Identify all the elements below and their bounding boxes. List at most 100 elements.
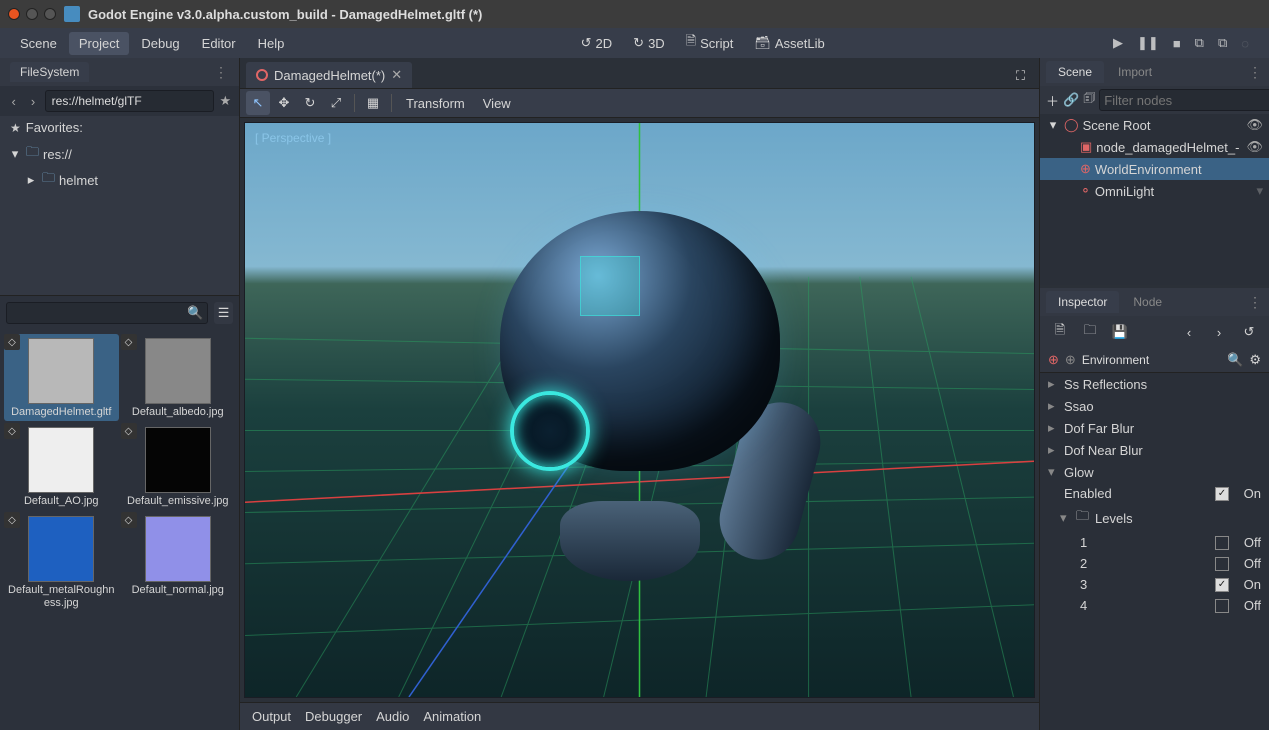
tree-root[interactable]: ▾🗀res:// [8,141,231,167]
file-thumb[interactable]: ◇ Default_albedo.jpg [121,334,236,421]
save-resource-button[interactable]: 💾 [1108,320,1132,344]
panel-menu-icon[interactable]: ⋮ [1248,294,1263,311]
section-label: Glow [1064,465,1261,480]
filter-nodes-input[interactable] [1104,93,1269,108]
visibility-icon[interactable]: 👁 [1246,139,1263,155]
new-resource-button[interactable]: 🗎 [1048,320,1072,344]
checkbox[interactable]: ✓ [1215,578,1229,592]
play-custom-button[interactable]: ⧉ [1216,33,1229,53]
checkbox[interactable] [1215,599,1229,613]
mode-3d[interactable]: ↻3D [623,31,675,55]
distraction-free-button[interactable]: ⛶ [1012,64,1029,88]
tab-inspector[interactable]: Inspector [1046,291,1119,313]
play-button[interactable]: ▶ [1111,33,1125,53]
history-back-button[interactable]: ‹ [1177,320,1201,344]
menu-scene[interactable]: Scene [10,32,67,55]
search-icon[interactable]: 🔍 [187,305,203,321]
menu-project[interactable]: Project [69,32,129,55]
script-icon: 🗎 [686,32,696,54]
view-menu[interactable]: View [475,92,519,115]
window-maximize-button[interactable] [44,8,56,20]
load-resource-button[interactable]: 🗀 [1078,320,1102,344]
window-close-button[interactable] [8,8,20,20]
caret-icon: ▸ [1048,376,1058,392]
path-input[interactable] [45,90,214,112]
history-button[interactable]: ↺ [1237,320,1261,344]
visibility-icon[interactable]: 👁 [1246,117,1263,133]
view-mode-button[interactable]: ☰ [214,302,233,324]
file-thumb[interactable]: ◇ Default_metalRoughness.jpg [4,512,119,612]
menu-debug[interactable]: Debug [131,32,189,55]
section-label: Ss Reflections [1064,377,1261,392]
snap-tool[interactable]: ▦ [361,91,385,115]
inspector-crumb[interactable]: Environment [1082,353,1149,367]
inspector-properties: ▸ Ss Reflections ▸Ssao▸Dof Far Blur▸Dof Ne… [1040,373,1269,730]
transform-menu[interactable]: Transform [398,92,473,115]
file-thumb[interactable]: ◇ Default_normal.jpg [121,512,236,612]
file-thumb[interactable]: ◇ Default_AO.jpg [4,423,119,510]
property-row[interactable]: 4 Off [1040,595,1269,616]
tab-audio[interactable]: Audio [376,709,409,724]
file-thumb[interactable]: ◇ Default_emissive.jpg [121,423,236,510]
checkbox[interactable] [1215,536,1229,550]
scene-node[interactable]: ⚬ OmniLight ▾ [1040,180,1269,202]
instance-button[interactable]: 🔗 [1063,88,1079,112]
tab-debugger[interactable]: Debugger [305,709,362,724]
scene-node[interactable]: ▾ ◯ Scene Root 👁 [1040,114,1269,136]
filesystem-search-input[interactable] [11,306,187,321]
right-panel: Scene Import ⋮ ＋ 🔗 🗊 🔍 ⎋ ▾ ◯ Scene Root … [1039,58,1269,730]
inspector-section[interactable]: ▸Dof Far Blur [1040,417,1269,439]
window-minimize-button[interactable] [26,8,38,20]
mode-assetlib[interactable]: 🗃AssetLib [744,31,834,55]
tab-import[interactable]: Import [1106,61,1164,83]
inspector-section[interactable]: ▸ Ss Reflections [1040,373,1269,395]
cube-icon: ▣ [1080,139,1092,155]
select-tool[interactable]: ↖ [246,91,270,115]
history-forward-button[interactable]: › [1207,320,1231,344]
menu-help[interactable]: Help [248,32,295,55]
tab-output[interactable]: Output [252,709,291,724]
inspector-section[interactable]: ▸Dof Near Blur [1040,439,1269,461]
property-row[interactable]: 1 Off [1040,532,1269,553]
scene-node[interactable]: ▣ node_damagedHelmet_- 👁 [1040,136,1269,158]
panel-menu-icon[interactable]: ⋮ [214,64,229,81]
3d-viewport[interactable]: [ Perspective ] [244,122,1035,698]
chevron-down-icon[interactable]: ▾ [1256,183,1263,199]
tab-animation[interactable]: Animation [423,709,481,724]
settings-icon[interactable]: ⚙ [1249,352,1261,368]
scene-node[interactable]: ⊕ WorldEnvironment [1040,158,1269,180]
property-row[interactable]: 2 Off [1040,553,1269,574]
caret-icon[interactable]: ▾ [1046,117,1060,133]
play-scene-button[interactable]: ⧉ [1193,33,1206,53]
nav-back-button[interactable]: ‹ [6,92,21,110]
inspector-section[interactable]: ▸Ssao [1040,395,1269,417]
mode-script[interactable]: 🗎Script [676,28,744,58]
menu-editor[interactable]: Editor [192,32,246,55]
tree-folder-helmet[interactable]: ▸🗀helmet [8,167,231,193]
inspector-section[interactable]: ▾🗀 Levels [1040,504,1269,532]
inspector-section[interactable]: ▾Glow [1040,461,1269,483]
add-node-button[interactable]: ＋ [1046,88,1059,112]
rotate-tool[interactable]: ↻ [298,91,322,115]
property-row[interactable]: Enabled ✓ On [1040,483,1269,504]
prop-value: On [1235,486,1261,501]
favorite-star-icon[interactable]: ★ [218,92,233,110]
file-thumb[interactable]: ◇ DamagedHelmet.gltf [4,334,119,421]
property-row[interactable]: 3 ✓ On [1040,574,1269,595]
mode-2d[interactable]: ↺2D [571,31,623,55]
scale-tool[interactable]: ⤢ [324,91,348,115]
pause-button[interactable]: ❚❚ [1135,33,1161,53]
filesystem-tab[interactable]: FileSystem [10,62,89,82]
checkbox[interactable] [1215,557,1229,571]
checkbox[interactable]: ✓ [1215,487,1229,501]
move-tool[interactable]: ✥ [272,91,296,115]
scene-tab[interactable]: DamagedHelmet(*) ✕ [246,62,412,88]
search-icon[interactable]: 🔍 [1227,352,1243,368]
panel-menu-icon[interactable]: ⋮ [1248,64,1263,81]
nav-forward-button[interactable]: › [25,92,40,110]
scene-tab-close[interactable]: ✕ [391,67,402,83]
attach-script-button[interactable]: 🗊 [1083,88,1095,112]
tab-node[interactable]: Node [1121,291,1174,313]
stop-button[interactable]: ■ [1171,34,1183,53]
tab-scene[interactable]: Scene [1046,61,1104,83]
